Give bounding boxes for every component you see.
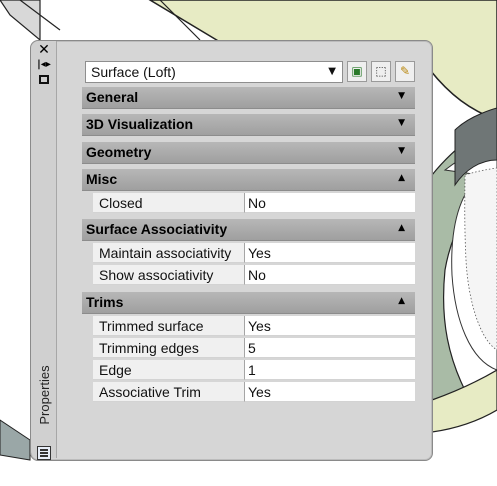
object-type-select[interactable]: Surface (Loft) ▼ bbox=[85, 61, 343, 83]
row-gutter bbox=[82, 316, 93, 406]
toggle-pickadd-button[interactable]: ✎ bbox=[395, 61, 415, 82]
property-value-cell[interactable]: No bbox=[245, 193, 415, 213]
property-value: No bbox=[248, 195, 266, 211]
section-label: Geometry bbox=[86, 144, 152, 160]
property-row-edge[interactable]: Edge 1 bbox=[93, 360, 415, 381]
close-icon[interactable]: ✕ bbox=[37, 43, 51, 57]
autohide-icon[interactable]: |◂▸ bbox=[37, 59, 51, 71]
chevron-down-icon[interactable]: ▼ bbox=[398, 146, 405, 156]
property-name: Edge bbox=[99, 362, 132, 378]
property-name: Show associativity bbox=[99, 267, 214, 283]
property-row-associative-trim[interactable]: Associative Trim Yes bbox=[93, 382, 415, 403]
property-value-cell[interactable]: 1 bbox=[245, 360, 415, 380]
property-row-maintain-associativity[interactable]: Maintain associativity Yes bbox=[93, 243, 415, 264]
property-value: 5 bbox=[248, 340, 256, 356]
property-name: Maintain associativity bbox=[99, 245, 232, 261]
property-name-cell: Trimmed surface bbox=[93, 316, 245, 336]
row-gutter bbox=[82, 243, 93, 285]
select-objects-icon: ⬚ bbox=[375, 64, 387, 78]
toggle-pickadd-icon: ✎ bbox=[399, 64, 411, 78]
property-name: Trimming edges bbox=[99, 340, 199, 356]
section-trims[interactable]: Trims ▲ bbox=[82, 292, 415, 314]
property-name: Associative Trim bbox=[99, 384, 201, 400]
chevron-up-icon[interactable]: ▲ bbox=[398, 296, 405, 306]
property-name-cell: Edge bbox=[93, 360, 245, 380]
property-value-cell[interactable]: 5 bbox=[245, 338, 415, 358]
property-name-cell: Associative Trim bbox=[93, 382, 245, 402]
object-type-value: Surface (Loft) bbox=[91, 64, 176, 80]
properties-menu-icon[interactable] bbox=[37, 75, 51, 87]
chevron-up-icon[interactable]: ▲ bbox=[398, 223, 405, 233]
chevron-up-icon[interactable]: ▲ bbox=[398, 173, 405, 183]
section-label: Trims bbox=[86, 294, 124, 310]
properties-palette: ✕ |◂▸ Properties Surface (Loft) ▼ ▣ ⬚ ✎ … bbox=[30, 40, 433, 461]
palette-title-bar[interactable]: ✕ |◂▸ Properties bbox=[31, 41, 57, 460]
section-geometry[interactable]: Geometry ▼ bbox=[82, 142, 415, 164]
property-value-cell[interactable]: No bbox=[245, 265, 415, 285]
property-name: Trimmed surface bbox=[99, 318, 204, 334]
section-misc[interactable]: Misc ▲ bbox=[82, 169, 415, 191]
chevron-down-icon[interactable]: ▼ bbox=[398, 91, 405, 101]
section-3d-visualization[interactable]: 3D Visualization ▼ bbox=[82, 114, 415, 136]
section-general[interactable]: General ▼ bbox=[82, 87, 415, 109]
palette-settings-icon[interactable] bbox=[37, 446, 51, 460]
property-value: Yes bbox=[248, 384, 271, 400]
property-value-cell[interactable]: Yes bbox=[245, 243, 415, 263]
dropdown-arrow-icon[interactable]: ▼ bbox=[328, 66, 336, 77]
section-label: Misc bbox=[86, 171, 118, 187]
property-value: 1 bbox=[248, 362, 256, 378]
property-row-closed[interactable]: Closed No bbox=[93, 193, 415, 214]
quick-select-icon: ▣ bbox=[351, 64, 363, 78]
palette-title: Properties bbox=[37, 365, 52, 425]
select-objects-button[interactable]: ⬚ bbox=[371, 61, 391, 82]
property-name-cell: Show associativity bbox=[93, 265, 245, 285]
property-name-cell: Closed bbox=[93, 193, 245, 213]
property-value: No bbox=[248, 267, 266, 283]
section-surface-associativity[interactable]: Surface Associativity ▲ bbox=[82, 219, 415, 241]
section-label: General bbox=[86, 89, 139, 105]
property-value: Yes bbox=[248, 245, 271, 261]
section-label: Surface Associativity bbox=[86, 221, 228, 237]
property-name-cell: Maintain associativity bbox=[93, 243, 245, 263]
property-value-cell[interactable]: Yes bbox=[245, 316, 415, 336]
quick-select-button[interactable]: ▣ bbox=[347, 61, 367, 82]
row-gutter bbox=[82, 193, 93, 214]
property-row-show-associativity[interactable]: Show associativity No bbox=[93, 265, 415, 286]
property-value: Yes bbox=[248, 318, 271, 334]
section-label: 3D Visualization bbox=[86, 116, 194, 132]
property-name-cell: Trimming edges bbox=[93, 338, 245, 358]
property-name: Closed bbox=[99, 195, 143, 211]
property-row-trimmed-surface[interactable]: Trimmed surface Yes bbox=[93, 316, 415, 337]
property-row-trimming-edges[interactable]: Trimming edges 5 bbox=[93, 338, 415, 359]
chevron-down-icon[interactable]: ▼ bbox=[398, 118, 405, 128]
property-value-cell[interactable]: Yes bbox=[245, 382, 415, 402]
